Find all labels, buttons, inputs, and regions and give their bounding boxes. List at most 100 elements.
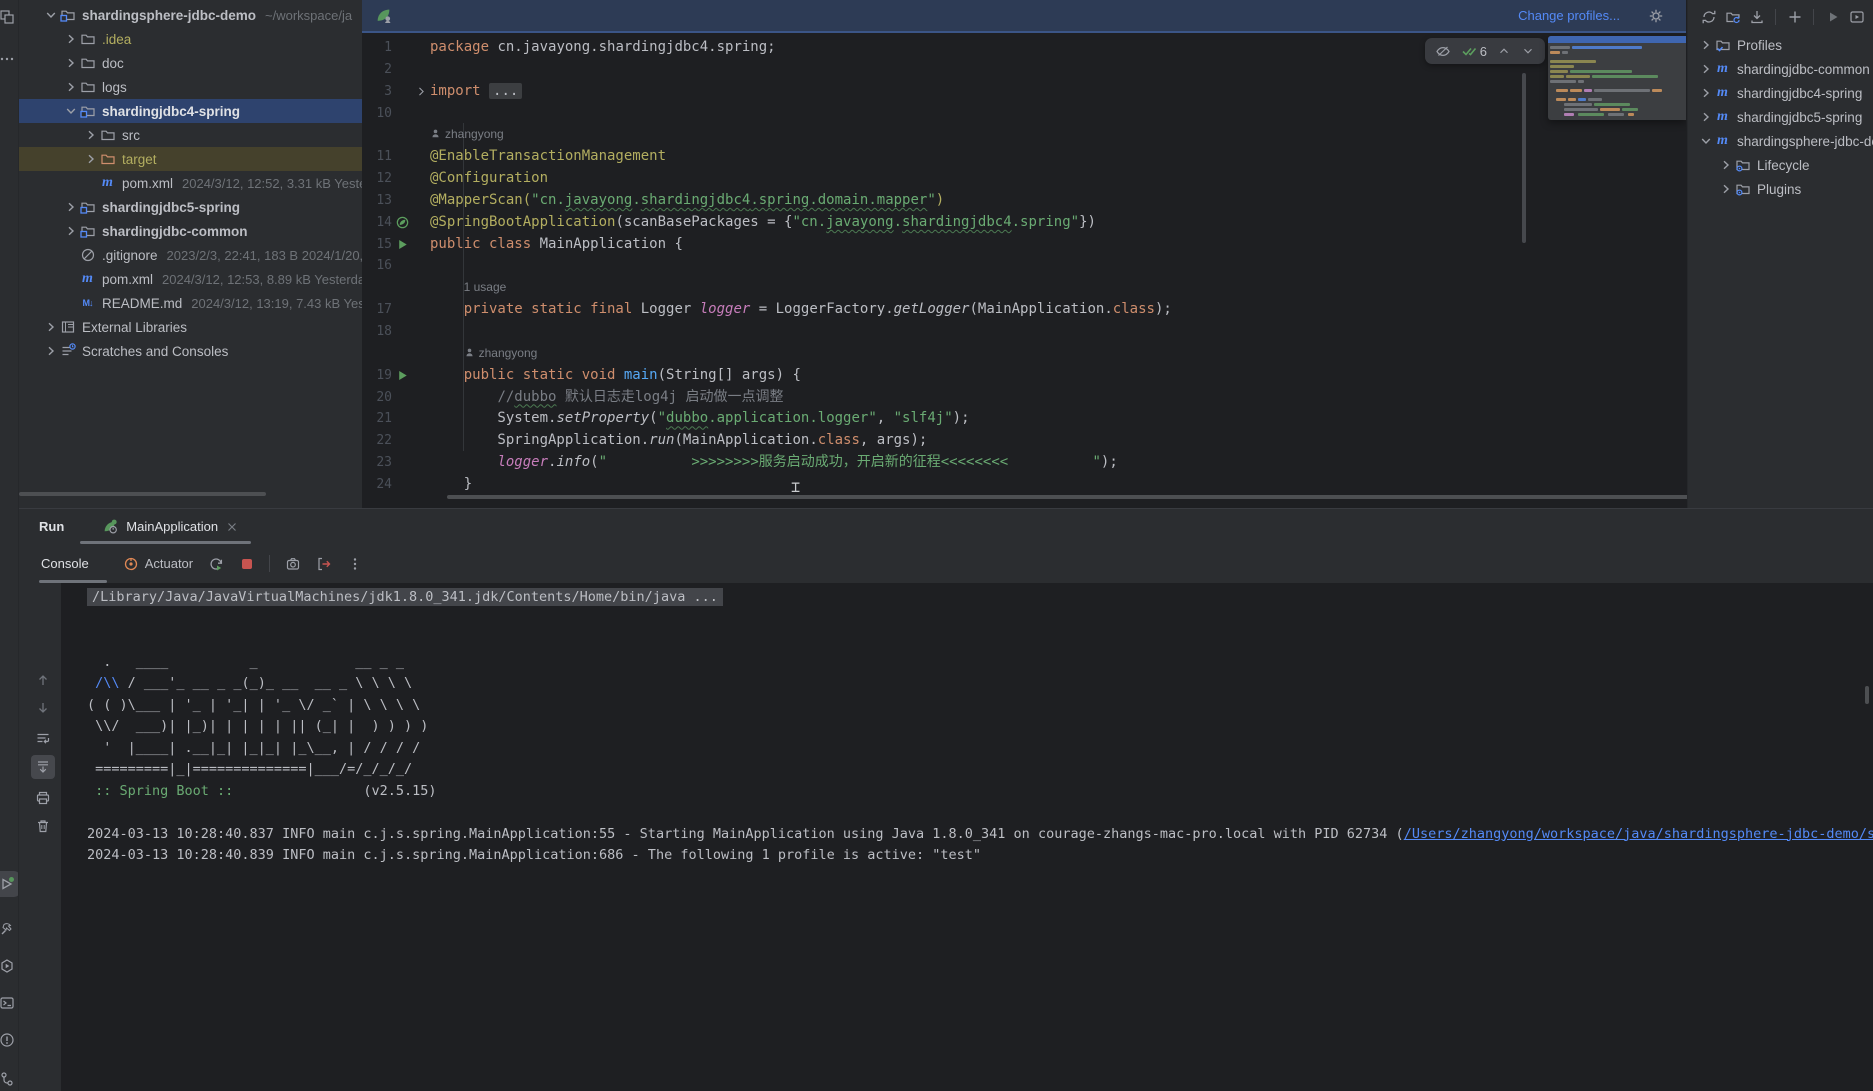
console-file-link[interactable]: /Users/zhangyong/workspace/java/sharding… [1404,826,1873,842]
fold-chevron-icon[interactable] [415,85,429,99]
exit-icon[interactable] [315,555,332,572]
tree-item-shardingjdbc4-spring[interactable]: shardingjdbc4-spring [19,99,362,123]
chevron-right-icon[interactable] [63,199,79,215]
code-line-3[interactable]: 3import ... [362,81,1686,103]
tree-item-readme-md[interactable]: M↓README.md2024/3/12, 13:19, 7.43 kB Yes… [19,291,362,315]
code-line-13[interactable]: 13@MapperScan("cn.javayong.shardingjdbc4… [362,190,1686,212]
code-line-23[interactable]: 23 logger.info(" >>>>>>>>服务启动成功，开启新的征程<<… [362,452,1686,474]
chevron-right-icon[interactable] [1698,61,1714,77]
chevron-down-icon[interactable] [43,7,59,23]
hint-text[interactable]: zhangyong [430,124,504,146]
chevron-right-icon[interactable] [1718,181,1734,197]
run-line-gutter-icon[interactable] [395,237,411,253]
tree-item-shardingsphere-jdbc-demo[interactable]: shardingsphere-jdbc-demo~/workspace/ja [19,3,362,27]
maven-item-plugins[interactable]: Plugins [1688,177,1873,201]
maven-item-shardingsphere-jdbc-demo[interactable]: mshardingsphere-jdbc-demo [1688,129,1873,153]
chevron-right-icon[interactable] [1698,85,1714,101]
soft-wrap-icon[interactable] [31,726,55,750]
run-line-gutter-icon[interactable] [395,368,411,384]
more-kebab-icon[interactable] [346,555,363,572]
stop-icon[interactable] [238,555,255,572]
code-line-19[interactable]: 19 public static void main(String[] args… [362,365,1686,387]
tree-item-external-libraries[interactable]: External Libraries [19,315,362,339]
code-line-22[interactable]: 22 SpringApplication.run(MainApplication… [362,430,1686,452]
banner-settings-gear-icon[interactable] [1648,8,1664,24]
code-line-12[interactable]: 12@Configuration [362,168,1686,190]
stripe-problems-icon[interactable] [0,1027,19,1053]
reload-projects-icon[interactable] [1724,8,1741,25]
stripe-vcs-icon[interactable] [0,1066,19,1091]
project-horizontal-scrollbar[interactable] [19,492,266,496]
inspections-widget[interactable]: 6 [1425,38,1545,64]
tree-item-pom-xml[interactable]: mpom.xml2024/3/12, 12:52, 3.31 kB Yester… [19,171,362,195]
maven-item-shardingjdbc4-spring[interactable]: mshardingjdbc4-spring [1688,81,1873,105]
stripe-terminal-icon[interactable] [0,990,19,1016]
chevron-right-icon[interactable] [43,319,59,335]
tree-item--gitignore[interactable]: .gitignore2023/2/3, 22:41, 183 B 2024/1/… [19,243,362,267]
tree-item-target[interactable]: target [19,147,362,171]
chevron-right-icon[interactable] [83,127,99,143]
stripe-run-icon[interactable] [0,871,19,897]
tree-item-pom-xml[interactable]: mpom.xml2024/3/12, 12:53, 8.89 kB Yester… [19,267,362,291]
console-tab[interactable]: Console [41,556,89,571]
chevron-right-icon[interactable] [1698,37,1714,53]
actuator-tab[interactable]: Actuator [123,556,193,572]
stripe-build-hammer-icon[interactable] [0,917,19,943]
thread-dump-icon[interactable] [284,555,301,572]
code-line-11[interactable]: 11@EnableTransactionManagement [362,146,1686,168]
print-icon[interactable] [31,786,55,810]
rerun-icon[interactable] [207,555,224,572]
add-icon[interactable] [1786,8,1803,25]
change-profiles-link[interactable]: Change profiles... [1518,8,1620,23]
console-vertical-scrollbar[interactable] [1865,686,1869,704]
code-line-10[interactable]: 10 [362,103,1686,125]
chevron-down-icon[interactable] [1698,133,1714,149]
editor-vertical-scrollbar[interactable] [1522,73,1526,243]
chevron-right-icon[interactable] [1698,109,1714,125]
code-line-20[interactable]: 20 //dubbo 默认日志走log4j 启动做一点调整 [362,387,1686,409]
hint-text[interactable]: 1 usage [464,277,507,299]
editor-minimap-preview[interactable] [1548,36,1686,120]
chevron-right-icon[interactable] [63,223,79,239]
code-line-18[interactable]: 18 [362,321,1686,343]
arrow-up-icon[interactable] [31,668,55,692]
highlight-level-eye-icon[interactable] [1435,43,1451,59]
tree-item-shardingjdbc5-spring[interactable]: shardingjdbc5-spring [19,195,362,219]
maven-item-shardingjdbc-common[interactable]: mshardingjdbc-common [1688,57,1873,81]
spring-bean-gutter-icon[interactable] [395,215,411,231]
code-line-16[interactable]: 16 [362,255,1686,277]
code-line-17[interactable]: 17 private static final Logger logger = … [362,299,1686,321]
code-line-21[interactable]: 21 System.setProperty("dubbo.application… [362,408,1686,430]
code-line-15[interactable]: 15public class MainApplication { [362,234,1686,256]
download-sources-icon[interactable] [1748,8,1765,25]
next-problem-chevron-icon[interactable] [1521,44,1535,58]
chevron-right-icon[interactable] [1718,157,1734,173]
run-config-tab[interactable]: MainApplication [102,518,239,535]
code-line-14[interactable]: 14@SpringBootApplication(scanBasePackage… [362,212,1686,234]
execute-goal-icon[interactable] [1848,8,1865,25]
tree-item-doc[interactable]: doc [19,51,362,75]
arrow-down-icon[interactable] [31,696,55,720]
code-line-24[interactable]: 24 } [362,474,1686,496]
chevron-down-icon[interactable] [63,103,79,119]
chevron-right-icon[interactable] [63,31,79,47]
editor-horizontal-scrollbar[interactable] [447,495,1830,499]
tree-item-shardingjdbc-common[interactable]: shardingjdbc-common [19,219,362,243]
console-output[interactable]: /Library/Java/JavaVirtualMachines/jdk1.8… [61,583,1873,1091]
tree-item-src[interactable]: src [19,123,362,147]
sync-icon[interactable] [1700,8,1717,25]
code-viewport[interactable]: 1package cn.javayong.shardingjdbc4.sprin… [362,33,1686,508]
maven-item-shardingjdbc5-spring[interactable]: mshardingjdbc5-spring [1688,105,1873,129]
hint-text[interactable]: zhangyong [464,343,538,365]
run-maven-icon[interactable] [1824,8,1841,25]
stripe-project-folders-icon[interactable] [0,4,19,30]
maven-item-profiles[interactable]: Profiles [1688,33,1873,57]
chevron-right-icon[interactable] [43,343,59,359]
trash-icon[interactable] [31,814,55,838]
stripe-more-tools-icon[interactable] [0,46,19,72]
tree-item-scratches-and-consoles[interactable]: Scratches and Consoles [19,339,362,363]
scroll-to-end-icon[interactable] [31,755,55,779]
tree-item--idea[interactable]: .idea [19,27,362,51]
chevron-right-icon[interactable] [63,79,79,95]
prev-problem-chevron-icon[interactable] [1497,44,1511,58]
